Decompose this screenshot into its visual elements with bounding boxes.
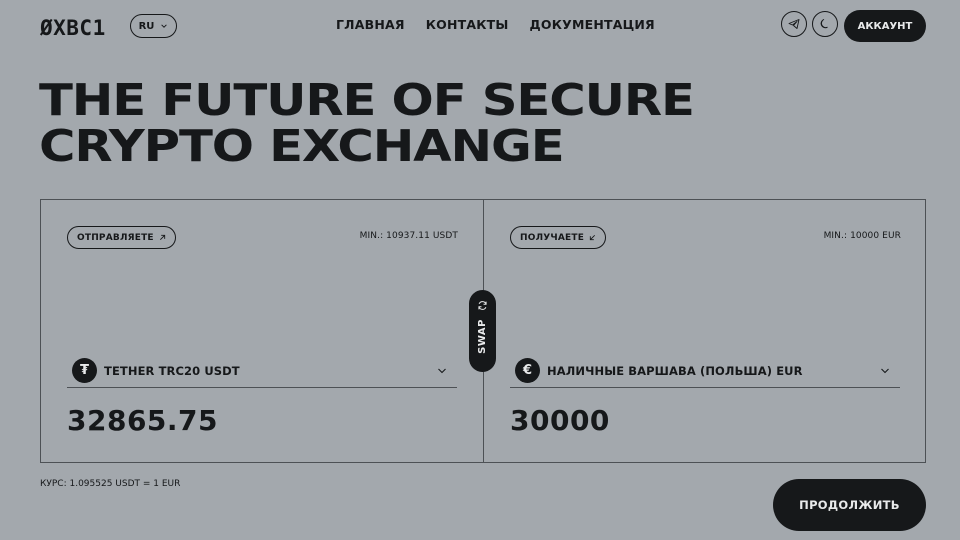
language-label: RU <box>138 20 155 32</box>
receive-currency-name: НАЛИЧНЫЕ ВАРШАВА (ПОЛЬША) EUR <box>547 363 803 378</box>
euro-icon: € <box>515 358 540 383</box>
theme-toggle-button[interactable] <box>812 11 838 37</box>
nav-contacts[interactable]: КОНТАКТЫ <box>426 17 509 32</box>
chevron-down-icon <box>161 24 168 28</box>
receive-label: ПОЛУЧАЕТЕ <box>520 232 585 243</box>
receive-label-pill: ПОЛУЧАЕТЕ <box>510 226 607 249</box>
send-label: ОТПРАВЛЯЕТЕ <box>77 232 154 243</box>
arrow-up-right-icon <box>159 234 165 240</box>
language-selector[interactable]: RU <box>130 14 177 38</box>
exchange-rate: КУРС: 1.095525 USDT = 1 EUR <box>40 479 181 489</box>
send-currency-name: TETHER TRC20 USDT <box>104 363 240 378</box>
telegram-icon <box>788 19 800 29</box>
tether-icon: ₮ <box>72 358 97 383</box>
refresh-icon <box>478 301 487 310</box>
continue-button[interactable]: ПРОДОЛЖИТЬ <box>773 479 926 531</box>
receive-min: MIN.: 10000 EUR <box>823 231 901 241</box>
send-min: MIN.: 10937.11 USDT <box>359 231 458 241</box>
account-button[interactable]: АККАУНТ <box>844 10 926 42</box>
chevron-down-icon <box>438 368 446 374</box>
receive-currency-select[interactable]: € НАЛИЧНЫЕ ВАРШАВА (ПОЛЬША) EUR <box>510 354 900 388</box>
hero-line-1: THE FUTURE OF SECURE <box>39 75 695 126</box>
nav-home[interactable]: ГЛАВНАЯ <box>336 17 405 32</box>
hero-line-2: CRYPTO EXCHANGE <box>39 121 565 172</box>
send-currency-select[interactable]: ₮ TETHER TRC20 USDT <box>67 354 457 388</box>
main-nav: ГЛАВНАЯ КОНТАКТЫ ДОКУМЕНТАЦИЯ <box>336 17 655 32</box>
moon-icon <box>820 18 828 29</box>
send-side: ОТПРАВЛЯЕТЕ MIN.: 10937.11 USDT ₮ TETHER… <box>41 200 484 462</box>
swap-label: SWAP <box>477 319 488 354</box>
nav-documentation[interactable]: ДОКУМЕНТАЦИЯ <box>530 17 655 32</box>
send-label-pill: ОТПРАВЛЯЕТЕ <box>67 226 176 249</box>
send-amount-input[interactable] <box>67 404 447 437</box>
swap-button[interactable]: SWAP <box>469 290 496 372</box>
hero-title: THE FUTURE OF SECURE CRYPTO EXCHANGE <box>39 75 695 172</box>
chevron-down-icon <box>881 368 889 374</box>
arrow-down-left-icon <box>589 235 596 241</box>
telegram-button[interactable] <box>781 11 807 37</box>
logo[interactable]: ØXBC1 <box>40 16 106 40</box>
receive-side: ПОЛУЧАЕТЕ MIN.: 10000 EUR € НАЛИЧНЫЕ ВАР… <box>484 200 927 462</box>
receive-amount-input[interactable] <box>510 404 890 437</box>
